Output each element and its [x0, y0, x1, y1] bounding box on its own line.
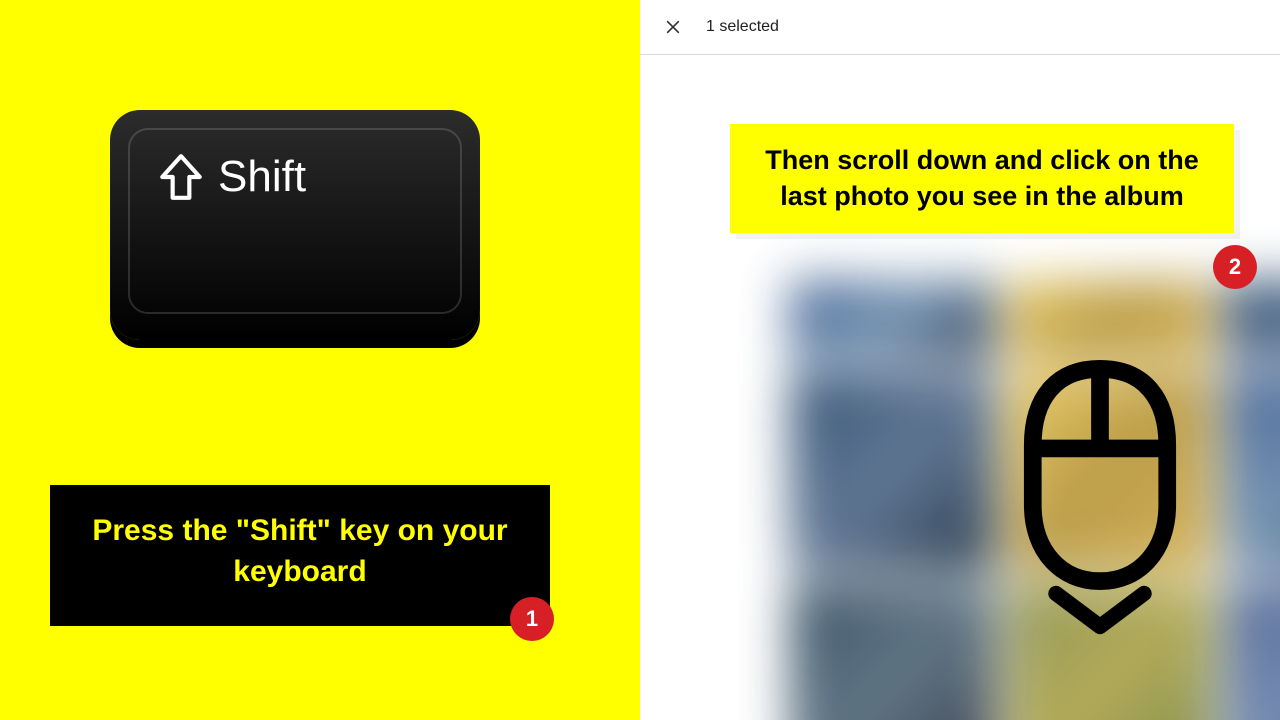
step-2-badge: 2: [1213, 245, 1257, 289]
shift-key-label-row: Shift: [156, 152, 306, 202]
step-1-caption: Press the "Shift" key on your keyboard: [50, 485, 550, 626]
step-2-panel: 1 selected Then scroll down and click on…: [640, 0, 1280, 720]
step-1-badge: 1: [510, 597, 554, 641]
shift-key-graphic: Shift: [110, 110, 480, 340]
mouse-scroll-icon: [1000, 360, 1200, 660]
selection-count-label: 1 selected: [706, 18, 779, 36]
chevron-down-icon: [1045, 580, 1155, 645]
selection-app-bar: 1 selected: [640, 0, 1280, 55]
tutorial-slide: Shift Press the "Shift" key on your keyb…: [0, 0, 1280, 720]
up-arrow-icon: [156, 152, 206, 202]
step-2-caption: Then scroll down and click on the last p…: [730, 124, 1234, 233]
shift-key-label: Shift: [218, 152, 306, 202]
step-1-panel: Shift Press the "Shift" key on your keyb…: [0, 0, 640, 720]
close-icon[interactable]: [662, 16, 684, 38]
